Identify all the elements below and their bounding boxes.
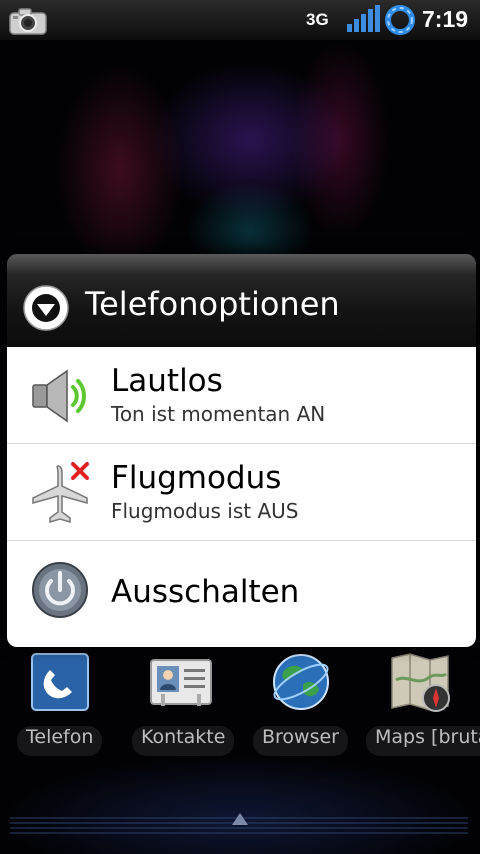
app-drawer-handle[interactable] <box>0 805 480 840</box>
status-bar: 3G 7:19 <box>0 0 480 40</box>
speaker-icon <box>32 369 86 423</box>
chevron-down-circle-icon <box>23 285 69 331</box>
option-subtitle: Flugmodus ist AUS <box>111 499 299 523</box>
option-title: Ausschalten <box>111 574 300 610</box>
option-power-off[interactable]: Ausschalten <box>7 541 476 638</box>
dock-label: Maps [bruta <box>366 726 480 756</box>
dock-label: Telefon <box>17 726 103 756</box>
contacts-icon <box>150 659 212 706</box>
option-title: Lautlos <box>111 363 223 399</box>
dock-item-kontakte[interactable]: Kontakte <box>127 650 237 760</box>
dialog-title: Telefonoptionen <box>85 285 340 323</box>
sync-icon <box>385 5 415 35</box>
dialog-header: Telefonoptionen <box>7 254 476 347</box>
dock-item-telefon[interactable]: Telefon <box>6 650 116 760</box>
dock-item-maps[interactable]: Maps [bruta <box>366 650 480 760</box>
dock-label: Kontakte <box>132 726 235 756</box>
signal-icon <box>347 5 380 32</box>
option-silent-mode[interactable]: Lautlos Ton ist momentan AN <box>7 347 476 444</box>
dock-label: Browser <box>253 726 348 756</box>
phone-options-dialog: Telefonoptionen Lautlos Ton ist momentan… <box>7 254 476 647</box>
option-subtitle: Ton ist momentan AN <box>111 402 326 426</box>
network-type-indicator: 3G <box>306 10 329 29</box>
maps-icon <box>391 653 450 712</box>
power-icon <box>32 562 88 618</box>
clock: 7:19 <box>422 6 469 32</box>
globe-icon <box>273 654 329 710</box>
dock-item-browser[interactable]: Browser <box>247 650 357 760</box>
option-title: Flugmodus <box>111 460 282 496</box>
phone-icon <box>31 653 89 711</box>
airplane-icon <box>32 462 89 524</box>
camera-icon <box>9 8 47 35</box>
option-airplane-mode[interactable]: Flugmodus Flugmodus ist AUS <box>7 444 476 541</box>
dialog-options-list: Lautlos Ton ist momentan AN Flugmodus Fl… <box>7 347 476 647</box>
